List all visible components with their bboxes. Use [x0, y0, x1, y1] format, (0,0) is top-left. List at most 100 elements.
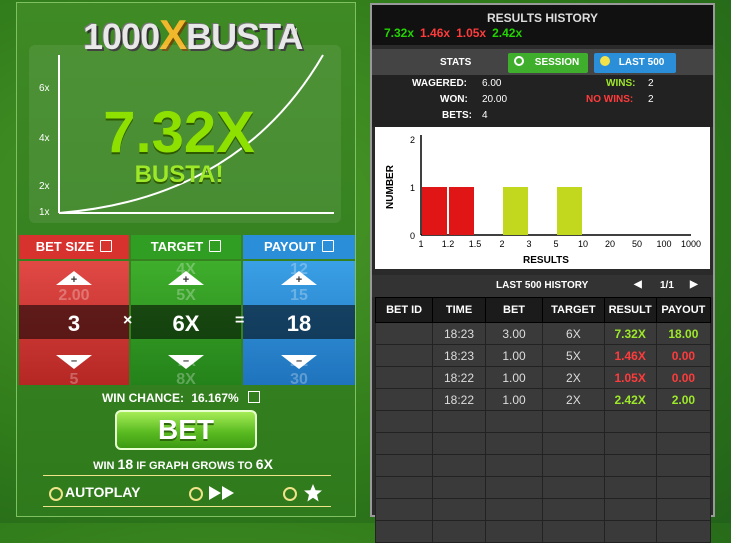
empty-cell: [484, 454, 544, 477]
bet-size-plus-icon: +: [70, 274, 78, 286]
favorite-radio[interactable]: [283, 487, 297, 501]
edit-target-icon[interactable]: [209, 240, 222, 252]
y-tick-label: 0: [410, 231, 415, 241]
payout-ghost-above: 15: [290, 287, 308, 304]
bets-value: 4: [482, 110, 488, 121]
cell-time: 18:22: [432, 366, 486, 389]
bet-button[interactable]: BET: [115, 410, 257, 450]
cell-result: 7.32X: [603, 322, 657, 345]
payout-value[interactable]: 18: [243, 311, 355, 337]
no-wins-value: 2: [648, 94, 654, 105]
x-tick-label: 100: [656, 239, 671, 249]
empty-cell: [374, 454, 434, 477]
table-row: 18:22 1.00 2X 2.42X 2.00: [374, 388, 712, 411]
empty-cell: [603, 498, 657, 521]
x-tick-label: 10: [578, 239, 588, 249]
table-row: 18:23 3.00 6X 7.32X 18.00: [374, 322, 712, 345]
fast-forward-icon[interactable]: [209, 485, 239, 501]
last-500-radio-icon: [600, 56, 610, 66]
win-label: WIN: [93, 460, 115, 472]
history-table-header: BET ID TIME BET TARGET RESULT PAYOUT: [374, 297, 712, 323]
empty-cell: [542, 476, 605, 499]
edit-payout-icon[interactable]: [322, 240, 334, 252]
fast-forward-radio[interactable]: [189, 487, 203, 501]
empty-cell: [603, 410, 657, 433]
empty-cell: [374, 476, 434, 499]
bet-size-header: BET SIZE: [19, 235, 129, 259]
tab-last-500[interactable]: LAST 500: [594, 53, 676, 73]
cell-time: 18:23: [432, 322, 486, 345]
empty-cell: [432, 454, 486, 477]
empty-cell: [603, 454, 657, 477]
target-plus-icon: +: [182, 274, 190, 286]
empty-cell: [655, 498, 712, 521]
col-target: TARGET: [542, 297, 605, 323]
results-history-header: RESULTS HISTORY 7.32x 1.46x 1.05x 2.42x: [372, 5, 713, 45]
recent-result: 1.05x: [456, 26, 487, 40]
empty-cell: [484, 498, 544, 521]
col-payout: PAYOUT: [655, 297, 712, 323]
payout-ghost-bottom: 30: [290, 371, 308, 388]
target-header: TARGET: [131, 235, 241, 259]
y-tick-label: 1: [410, 183, 415, 193]
cell-payout: 0.00: [655, 344, 712, 367]
results-panel: RESULTS HISTORY 7.32x 1.46x 1.05x 2.42x STA…: [370, 3, 715, 543]
busta-status: BUSTA!: [134, 161, 224, 188]
prev-page-icon[interactable]: ◀: [634, 279, 642, 290]
empty-cell: [374, 520, 434, 543]
empty-cell: [432, 432, 486, 455]
histogram-bar: [503, 187, 528, 235]
no-wins-label: NO WINS:: [586, 94, 634, 105]
col-result: RESULT: [603, 297, 657, 323]
cell-bet-id: [374, 366, 434, 389]
empty-cell: [432, 476, 486, 499]
target-value[interactable]: 6X: [131, 311, 241, 337]
win-amount: 18: [117, 456, 134, 472]
target-header-label: TARGET: [150, 239, 204, 254]
x-axis-label: RESULTS: [523, 255, 569, 266]
payout-header: PAYOUT: [243, 235, 355, 259]
histogram-bar: [557, 187, 582, 235]
bets-label: BETS:: [442, 110, 472, 121]
empty-cell: [484, 410, 544, 433]
cell-result: 1.46X: [603, 344, 657, 367]
empty-cell: [432, 498, 486, 521]
payout-header-label: PAYOUT: [263, 239, 316, 254]
payout-stepper: 12 15 + 18 – 21 30: [243, 261, 355, 388]
cell-bet-id: [374, 344, 434, 367]
bet-size-ghost-below: 5: [69, 371, 79, 388]
bet-size-value[interactable]: 3: [19, 311, 129, 337]
y-axis-label: NUMBER: [385, 164, 396, 209]
bet-size-header-label: BET SIZE: [35, 239, 95, 254]
autoplay-label[interactable]: AUTOPLAY: [65, 484, 140, 500]
cell-payout: 18.00: [655, 322, 712, 345]
empty-cell: [484, 476, 544, 499]
empty-cell: [542, 432, 605, 455]
cell-target: 2X: [542, 366, 605, 389]
cell-bet: 1.00: [484, 388, 544, 411]
top-divider: [43, 475, 331, 476]
bet-size-ghost-above: 2.00: [58, 287, 90, 304]
star-icon[interactable]: [303, 483, 323, 503]
cell-target: 5X: [542, 344, 605, 367]
logo-tm: TM: [286, 27, 298, 36]
history-table: BET ID TIME BET TARGET RESULT PAYOUT 18:…: [374, 297, 712, 543]
edit-win-chance-icon[interactable]: [248, 391, 261, 403]
x-tick-label: 50: [632, 239, 642, 249]
empty-table-row: [374, 520, 712, 543]
x-tick-label: 3: [526, 239, 531, 249]
tab-session[interactable]: SESSION: [508, 53, 588, 73]
autoplay-radio[interactable]: [49, 487, 63, 501]
empty-cell: [655, 432, 712, 455]
x-tick-label: 5: [553, 239, 558, 249]
win-chance: WIN CHANCE: 16.167%: [11, 391, 351, 405]
edit-bet-size-icon[interactable]: [100, 240, 113, 252]
histogram-bar: [422, 187, 447, 235]
next-page-icon[interactable]: ▶: [690, 279, 698, 290]
history-title: LAST 500 HISTORY: [496, 280, 589, 291]
stats-label: STATS: [440, 57, 472, 68]
cell-target: 2X: [542, 388, 605, 411]
col-time: TIME: [432, 297, 486, 323]
target-ghost-bottom: 8X: [176, 371, 196, 388]
table-row: 18:22 1.00 2X 1.05X 0.00: [374, 366, 712, 389]
